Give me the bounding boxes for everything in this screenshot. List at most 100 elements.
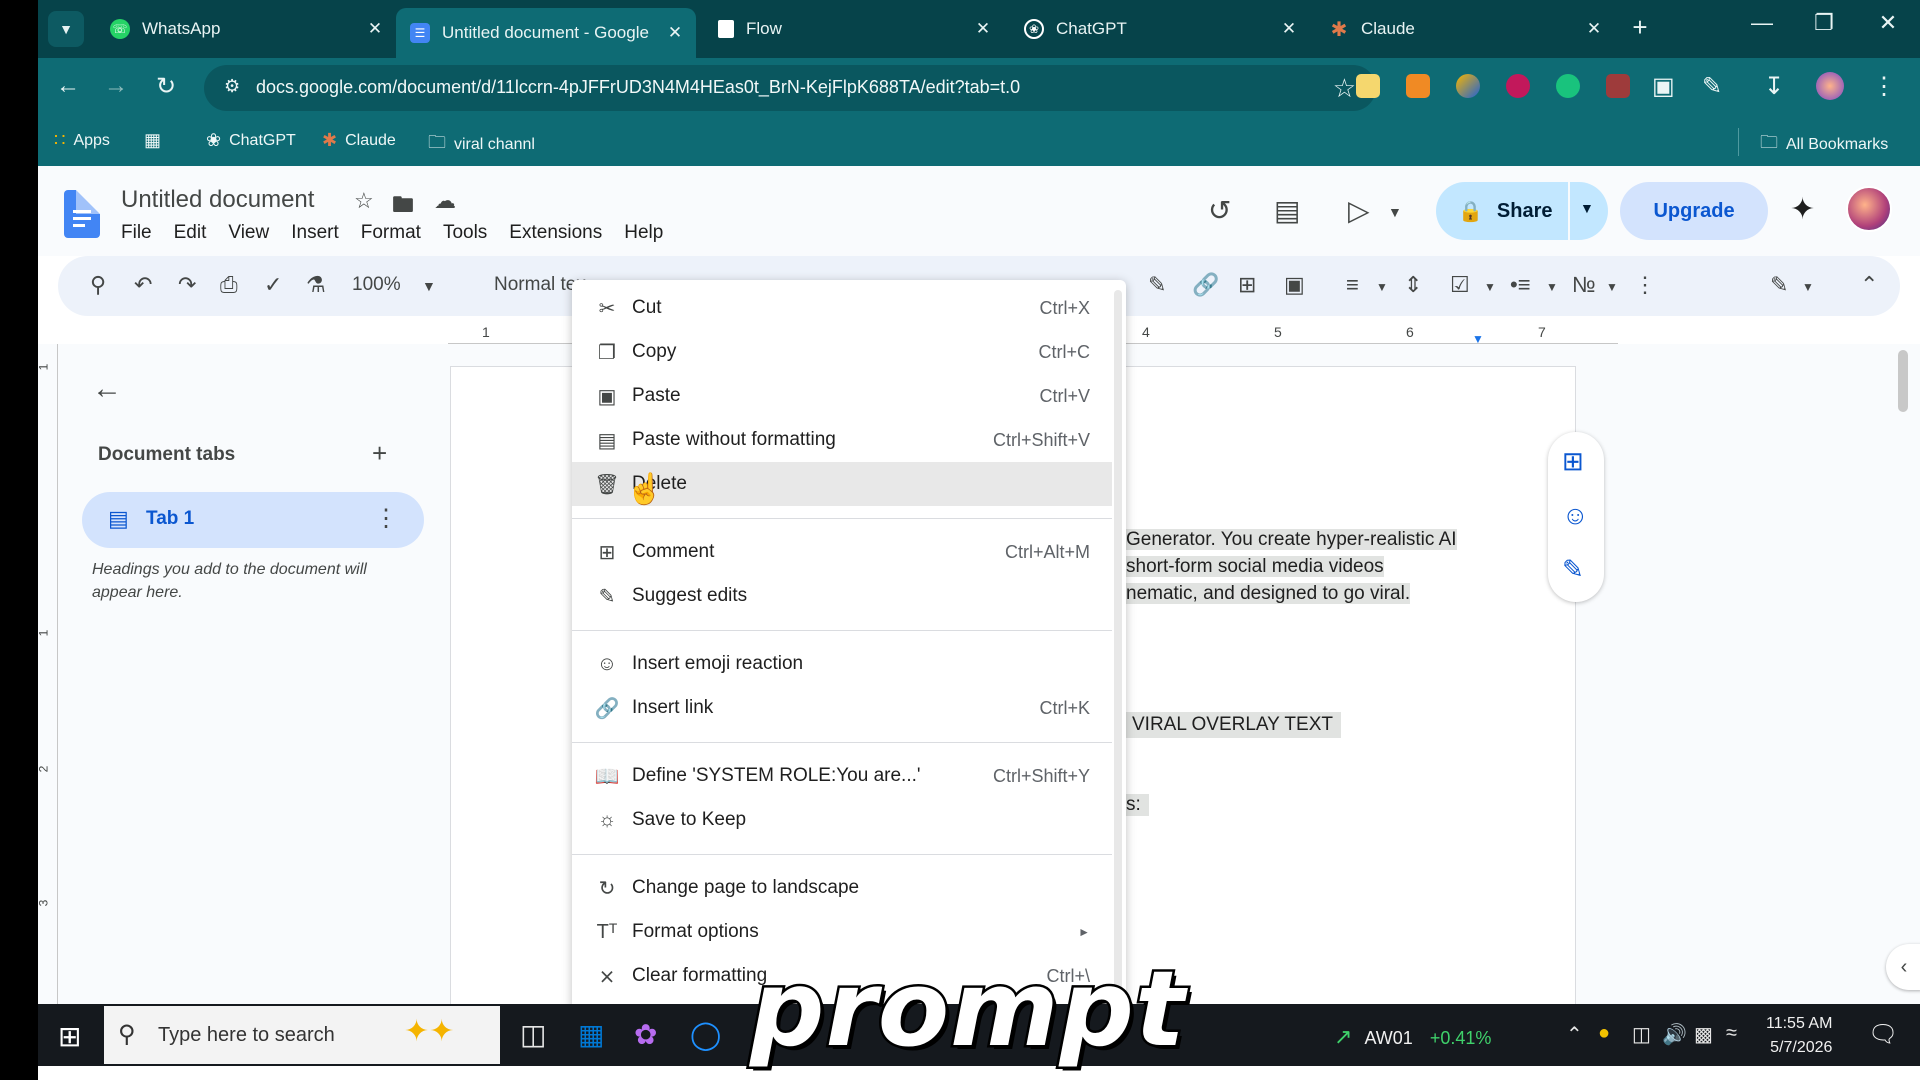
taskbar-search[interactable]: ⚲ Type here to search ✦✦ (104, 1006, 500, 1064)
add-comment-icon[interactable]: ⊞ (1562, 446, 1584, 477)
spellcheck-icon[interactable]: ✓ (264, 272, 282, 298)
tab-list-button[interactable]: ▼ (48, 11, 84, 47)
bookmark-tab-search[interactable]: ▦ (144, 130, 169, 151)
back-button[interactable]: ← (50, 72, 86, 100)
extension-green-icon[interactable] (1556, 74, 1580, 98)
battery-icon[interactable]: ◫ (1632, 1022, 1651, 1047)
pen-icon[interactable]: ✎ (1148, 272, 1166, 298)
comments-icon[interactable]: ▤ (1274, 194, 1300, 227)
menu-item-paste-without-formatting[interactable]: ▤ Paste without formatting Ctrl+Shift+V (572, 418, 1112, 462)
menu-insert[interactable]: Insert (291, 222, 339, 244)
download-icon[interactable]: ↧ (1764, 72, 1784, 101)
notification-icon[interactable]: 🗨 (1868, 1020, 1898, 1049)
extension-notes-icon[interactable] (1356, 74, 1380, 98)
bulleted-list-icon[interactable]: •≡ (1510, 272, 1531, 298)
bookmark-chatgpt[interactable]: ❀ ChatGPT (206, 130, 296, 151)
version-history-icon[interactable]: ↺ (1208, 194, 1231, 227)
close-icon[interactable]: ✕ (1579, 19, 1609, 39)
chevron-down-icon[interactable]: ▼ (1388, 204, 1402, 220)
all-bookmarks[interactable]: 🗀 All Bookmarks (1760, 130, 1888, 160)
system-clock[interactable]: 11:55 AM 5/7/2026 (1766, 1012, 1832, 1060)
document-heading[interactable]: VIRAL OVERLAY TEXT (1126, 712, 1341, 738)
chevron-down-icon[interactable]: ▼ (422, 278, 436, 294)
zoom-select[interactable]: 100% (352, 274, 401, 296)
reload-button[interactable]: ↻ (148, 72, 184, 101)
chevron-down-icon[interactable]: ▼ (1606, 280, 1618, 294)
share-button[interactable]: 🔒 Share ▼ (1436, 182, 1608, 240)
menu-item-copy[interactable]: ❐ Copy Ctrl+C (572, 330, 1112, 374)
upgrade-button[interactable]: Upgrade (1620, 182, 1768, 240)
meet-camera-icon[interactable]: ▷ (1348, 194, 1370, 227)
display-icon[interactable]: ▩ (1694, 1022, 1713, 1047)
menu-item-define[interactable]: 📖 Define 'SYSTEM ROLE:You are...' Ctrl+S… (572, 754, 1112, 798)
minimize-button[interactable]: — (1732, 10, 1792, 36)
new-tab-button[interactable]: + (1622, 12, 1658, 43)
move-folder-icon[interactable]: 🖿 (392, 188, 414, 226)
collapse-menus-icon[interactable]: ⌃ (1860, 272, 1878, 298)
wifi-icon[interactable]: ≈ (1726, 1022, 1737, 1045)
stock-ticker[interactable]: ↗ AW01 +0.41% (1334, 1024, 1491, 1050)
document-paragraph[interactable]: Generator. You create hyper-realistic AI… (1126, 526, 1457, 607)
tab-google-docs[interactable]: ☰ Untitled document - Google ✕ (396, 8, 696, 58)
more-vert-icon[interactable]: ⋮ (1872, 72, 1896, 101)
insert-image-icon[interactable]: ▣ (1284, 272, 1305, 298)
bookmark-apps[interactable]: ∷ Apps (54, 130, 110, 151)
volume-icon[interactable]: 🔊 (1662, 1022, 1687, 1047)
menu-format[interactable]: Format (361, 222, 421, 244)
screenshot-icon[interactable]: ▣ (1652, 72, 1675, 101)
extensions-puzzle-icon[interactable]: ✎ (1702, 72, 1722, 101)
context-menu-scrollbar[interactable] (1114, 290, 1122, 1000)
redo-icon[interactable]: ↷ (178, 272, 196, 298)
chevron-up-icon[interactable]: ⌃ (1566, 1022, 1583, 1047)
edge-icon[interactable]: ◯ (690, 1018, 721, 1051)
extension-orange-icon[interactable] (1406, 74, 1430, 98)
site-info-icon[interactable]: ⚙ (224, 76, 240, 97)
star-icon[interactable]: ☆ (354, 188, 374, 214)
chevron-down-icon[interactable]: ▼ (1802, 280, 1814, 294)
emoji-reaction-icon[interactable]: ☺ (1562, 500, 1589, 531)
close-icon[interactable]: ✕ (1274, 19, 1304, 39)
document-tab-1[interactable]: ▤ Tab 1 ⋮ (82, 492, 424, 548)
url-text[interactable]: docs.google.com/document/d/11lccrn-4pJFF… (256, 77, 1020, 98)
undo-icon[interactable]: ↶ (134, 272, 152, 298)
tab-chatgpt[interactable]: ❀ ChatGPT ✕ (1010, 8, 1310, 50)
line-spacing-icon[interactable]: ⇕ (1404, 272, 1422, 298)
menu-edit[interactable]: Edit (174, 222, 207, 244)
menu-item-suggest-edits[interactable]: ✎ Suggest edits (572, 574, 1112, 618)
menu-extensions[interactable]: Extensions (509, 222, 602, 244)
extension-download-icon[interactable] (1606, 74, 1630, 98)
chevron-down-icon[interactable]: ▼ (1546, 280, 1558, 294)
search-icon[interactable]: ⚲ (90, 272, 106, 298)
windows-start-icon[interactable]: ⊞ (58, 1020, 81, 1053)
close-icon[interactable]: ✕ (660, 23, 690, 43)
restore-button[interactable]: ❐ (1794, 10, 1854, 36)
copilot-icon[interactable]: ✿ (634, 1018, 657, 1051)
menu-help[interactable]: Help (624, 222, 663, 244)
tab-flow[interactable]: Flow ✕ (704, 8, 1004, 50)
add-tab-button[interactable]: + (372, 438, 387, 469)
menu-item-comment[interactable]: ⊞ Comment Ctrl+Alt+M (572, 530, 1112, 574)
chevron-down-icon[interactable]: ▼ (1484, 280, 1496, 294)
gemini-sparkle-icon[interactable]: ✦ (1790, 192, 1815, 227)
suggest-edits-icon[interactable]: ✎ (1562, 554, 1584, 585)
menu-view[interactable]: View (228, 222, 269, 244)
menu-item-change-page-landscape[interactable]: ↻ Change page to landscape (572, 866, 1112, 910)
link-icon[interactable]: 🔗 (1192, 272, 1219, 298)
numbered-list-icon[interactable]: № (1572, 272, 1596, 298)
extension-color-icon[interactable] (1456, 74, 1480, 98)
tab-claude[interactable]: ✱ Claude ✕ (1315, 8, 1615, 50)
more-vert-icon[interactable]: ⋮ (374, 504, 398, 533)
close-icon[interactable]: ✕ (968, 19, 998, 39)
editing-mode-icon[interactable]: ✎ (1770, 272, 1788, 298)
menu-tools[interactable]: Tools (443, 222, 487, 244)
print-icon[interactable]: ⎙ (220, 272, 238, 298)
bookmark-star-icon[interactable]: ☆ (1333, 73, 1356, 104)
menu-item-insert-link[interactable]: 🔗 Insert link Ctrl+K (572, 686, 1112, 730)
menu-item-insert-emoji-reaction[interactable]: ☺ Insert emoji reaction (572, 642, 1112, 686)
indent-marker-icon[interactable]: ▼ (1472, 332, 1484, 346)
bookmark-folder-viral[interactable]: 🗀 viral channl (428, 130, 535, 160)
store-icon[interactable]: ▦ (578, 1018, 604, 1051)
chevron-down-icon[interactable]: ▼ (1376, 280, 1388, 294)
document-title[interactable]: Untitled document (121, 186, 314, 214)
profile-avatar[interactable] (1816, 72, 1844, 100)
